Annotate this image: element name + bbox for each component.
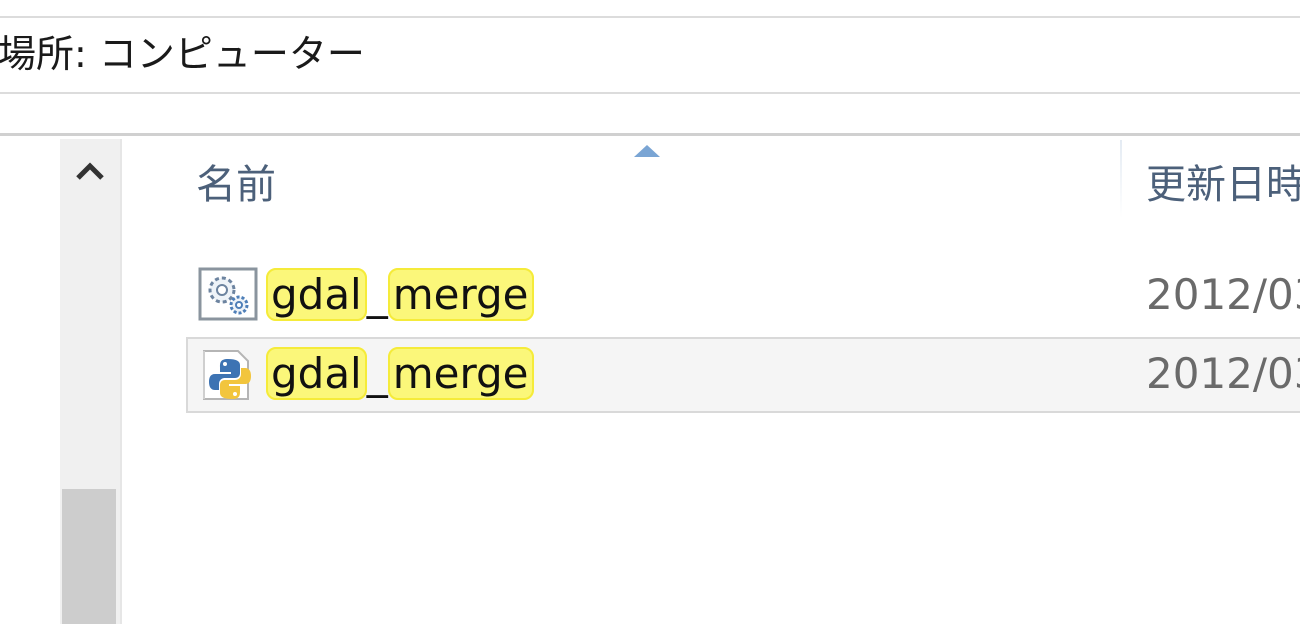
file-row[interactable]: gdal_merge 2012/03 (186, 258, 1300, 334)
location-text: 場所: コンピューター (0, 32, 365, 76)
python-file-icon (203, 350, 251, 400)
search-match-highlight: merge (387, 347, 534, 400)
scroll-up-button[interactable] (60, 139, 120, 209)
pane-separator[interactable] (120, 139, 122, 624)
search-match-highlight: gdal (266, 268, 367, 321)
toolbar-divider (0, 133, 1300, 136)
column-header-name-label: 名前 (196, 162, 276, 208)
file-row[interactable]: gdal_merge 2012/03 (186, 337, 1300, 413)
file-name: gdal _ merge (266, 345, 534, 403)
chevron-up-icon (76, 162, 104, 180)
navigation-pane-scrollbar[interactable] (60, 139, 120, 624)
column-header-name[interactable]: 名前 (186, 150, 1120, 220)
file-date: 2012/03 (1146, 349, 1300, 398)
column-resize-handle[interactable] (1120, 140, 1122, 218)
file-name-separator: _ (366, 270, 388, 319)
location-bar[interactable]: 場所: コンピューター (0, 16, 1300, 94)
file-name: gdal _ merge (266, 266, 534, 324)
file-date: 2012/03 (1146, 270, 1300, 319)
column-header-date-label: 更新日時 (1146, 162, 1300, 208)
settings-file-icon (198, 267, 258, 321)
file-name-separator: _ (366, 349, 388, 398)
search-match-highlight: gdal (266, 347, 367, 400)
search-match-highlight: merge (387, 268, 534, 321)
column-header-date[interactable]: 更新日時 (1124, 150, 1300, 220)
scroll-thumb[interactable] (62, 489, 116, 624)
file-explorer-window: 場所: コンピューター 名前 更新日時 gdal_merge 2012/03 (0, 0, 1300, 624)
